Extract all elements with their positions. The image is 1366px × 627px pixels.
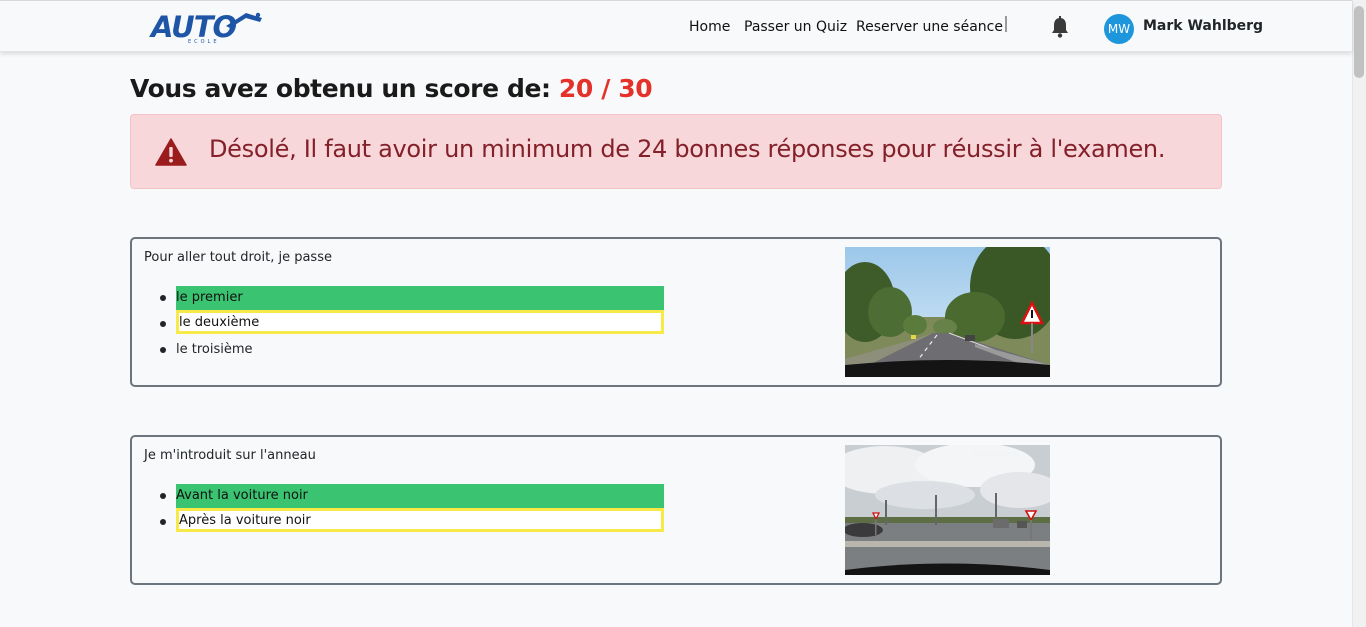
question-image-roundabout: ©codepermis xyxy=(845,445,1050,575)
nav-separator xyxy=(1005,16,1007,32)
question-text: Pour aller tout droit, je passe xyxy=(144,250,332,265)
score-heading: Vous avez obtenu un score de: 20 / 30 xyxy=(130,74,653,103)
list-bullet xyxy=(160,519,166,525)
question-image-road xyxy=(845,247,1050,377)
alert-message: Désolé, Il faut avoir un minimum de 24 b… xyxy=(209,135,1166,163)
nav-home-link[interactable]: Home xyxy=(689,19,730,35)
bell-icon[interactable] xyxy=(1050,16,1070,38)
answer-option: le troisième xyxy=(176,342,253,357)
warning-triangle-icon xyxy=(155,138,187,166)
list-bullet xyxy=(160,321,166,327)
user-avatar[interactable]: MW xyxy=(1104,14,1134,44)
nav-reserve-link[interactable]: Reserver une séance xyxy=(856,19,1003,35)
page-scrollbar[interactable] xyxy=(1352,0,1366,627)
score-value: 20 / 30 xyxy=(558,74,653,103)
question-card: Je m'introduit sur l'anneau Avant la voi… xyxy=(130,435,1222,585)
logo-subtext: ECOLE xyxy=(188,39,220,45)
list-bullet xyxy=(160,347,166,353)
user-name[interactable]: Mark Wahlberg xyxy=(1143,18,1263,34)
auto-ecole-logo[interactable]: AUTO ECOLE xyxy=(150,10,266,46)
image-watermark: ©codepermis xyxy=(970,450,1018,458)
question-card: Pour aller tout droit, je passe le premi… xyxy=(130,237,1222,387)
list-bullet xyxy=(160,493,166,499)
answer-correct: Avant la voiture noir xyxy=(176,484,664,508)
answer-correct: le premier xyxy=(176,286,664,310)
score-label: Vous avez obtenu un score de: xyxy=(130,74,551,103)
answer-selected-wrong: Après la voiture noir xyxy=(176,508,664,532)
answer-selected-wrong: le deuxième xyxy=(176,310,664,334)
list-bullet xyxy=(160,295,166,301)
top-navbar: AUTO ECOLE Home Passer un Quiz Reserver … xyxy=(0,0,1352,52)
logo-roof-icon xyxy=(226,12,262,28)
nav-quiz-link[interactable]: Passer un Quiz xyxy=(744,19,847,35)
question-text: Je m'introduit sur l'anneau xyxy=(144,448,316,463)
fail-alert: Désolé, Il faut avoir un minimum de 24 b… xyxy=(130,114,1222,189)
scrollbar-thumb[interactable] xyxy=(1354,6,1364,78)
